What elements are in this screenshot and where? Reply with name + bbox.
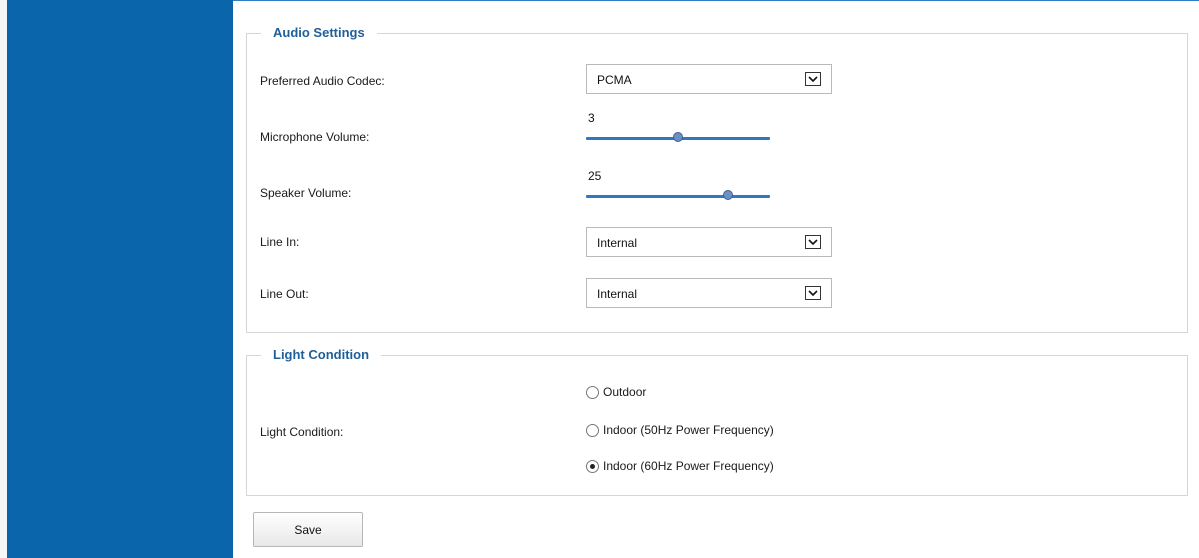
chevron-down-icon[interactable] [805, 72, 821, 86]
radio-outdoor[interactable]: Outdoor [586, 384, 646, 400]
chevron-down-icon[interactable] [805, 286, 821, 300]
codec-value: PCMA [597, 73, 632, 87]
audio-settings-title: Audio Settings [261, 25, 377, 41]
chevron-down-icon[interactable] [805, 235, 821, 249]
radio-indoor-60hz[interactable]: Indoor (60Hz Power Frequency) [586, 458, 774, 474]
light-condition-title: Light Condition [261, 347, 382, 363]
radio-label-indoor-60hz: Indoor (60Hz Power Frequency) [603, 459, 774, 473]
mic-volume-value: 3 [588, 111, 595, 125]
codec-label: Preferred Audio Codec: [260, 74, 385, 88]
speaker-volume-handle[interactable] [722, 190, 733, 200]
mic-volume-handle[interactable] [673, 132, 683, 142]
line-out-select[interactable]: Internal [586, 278, 832, 308]
line-in-select[interactable]: Internal [586, 227, 832, 257]
save-button[interactable]: Save [253, 512, 363, 547]
radio-button[interactable] [586, 385, 599, 399]
top-divider [233, 0, 1199, 1]
line-in-value: Internal [597, 236, 638, 250]
radio-button[interactable] [586, 423, 599, 437]
codec-select[interactable]: PCMA [586, 64, 832, 94]
line-out-label: Line Out: [260, 287, 309, 301]
line-in-label: Line In: [260, 235, 300, 249]
mic-volume-label: Microphone Volume: [260, 130, 370, 144]
speaker-volume-track[interactable] [586, 195, 770, 198]
speaker-volume-slider[interactable]: 25 [586, 169, 770, 200]
radio-label-outdoor: Outdoor [603, 385, 647, 399]
sidebar [7, 0, 233, 558]
mic-volume-slider[interactable]: 3 [586, 111, 770, 142]
radio-label-indoor-50hz: Indoor (50Hz Power Frequency) [603, 423, 774, 437]
speaker-volume-value: 25 [588, 169, 602, 183]
radio-indoor-50hz[interactable]: Indoor (50Hz Power Frequency) [586, 422, 774, 438]
light-condition-label: Light Condition: [260, 425, 344, 439]
radio-button[interactable] [586, 459, 599, 473]
line-out-value: Internal [597, 287, 638, 301]
window-edge [0, 0, 7, 558]
speaker-volume-label: Speaker Volume: [260, 186, 352, 200]
